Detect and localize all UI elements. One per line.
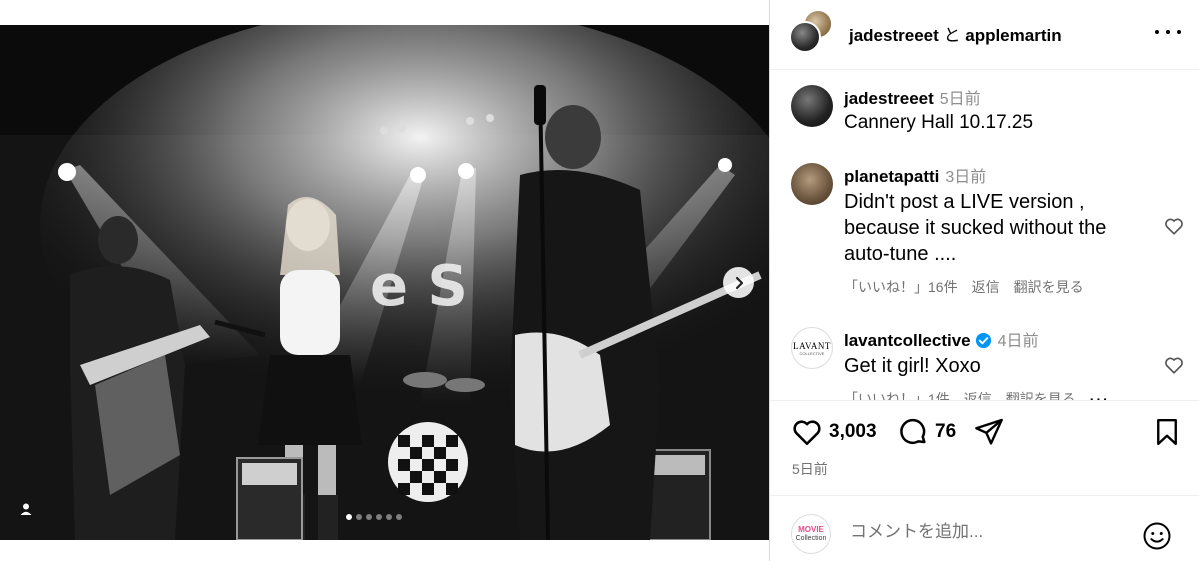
user-tag-icon [20,503,32,515]
current-user-avatar[interactable]: MOVIE Collection [791,514,831,554]
carousel-dot [396,514,402,520]
emoji-picker-icon[interactable] [1142,521,1172,551]
more-options-icon[interactable] [1155,22,1181,42]
carousel-dot [376,514,382,520]
comment-input[interactable] [850,522,1140,542]
like-button[interactable]: 3,003 [791,416,877,448]
avatar-logo-text: LAVANT [793,340,831,351]
comment-bubble-icon [900,418,926,445]
author-link-applemartin[interactable]: applemartin [965,26,1061,45]
chevron-right-icon [735,276,743,289]
carousel-indicator [346,514,402,520]
comments-count: 76 [935,421,957,442]
author-conjunction: と [938,26,966,45]
carousel-dot [356,514,362,520]
avatar[interactable]: LAVANT COLLECTIVE [791,327,833,369]
post-media: e S [0,0,769,561]
post-actions: 3,003 76 5日前 [770,400,1199,495]
avatar-brand-text: MOVIE [798,525,824,534]
comment-time[interactable]: 4日前 [998,333,1039,350]
reply-button[interactable]: 返信 [964,391,992,400]
comment-body: lavantcollective 4日前 Get it girl! Xoxo 「… [844,327,1144,400]
heart-icon [793,420,821,445]
reply-button[interactable]: 返信 [972,279,1000,295]
comment-time[interactable]: 5日前 [940,91,981,108]
likes-count[interactable]: 3,003 [829,421,877,443]
comment-username[interactable]: lavantcollective [844,331,971,350]
avatar-jadestreeet [789,21,821,53]
verified-badge-icon [975,332,991,349]
avatar-brand-subtext: Collection [795,535,827,542]
comment-username[interactable]: planetapatti [844,167,939,186]
comment-body: planetapatti 3日前 Didn't post a LIVE versi… [844,163,1144,297]
comment-body: jadestreeet 5日前 Cannery Hall 10.17.25 [844,85,1144,135]
comment-text: Cannery Hall 10.17.25 [844,112,1034,133]
like-comment-heart-icon[interactable] [1163,354,1185,376]
comment-button[interactable]: 76 [897,416,956,448]
comment-text: Get it girl! Xoxo [844,355,981,377]
carousel-dot [386,514,392,520]
concert-photo[interactable]: e S [0,25,769,540]
comment-more-icon[interactable]: ··· [1090,391,1110,400]
avatar[interactable] [791,85,833,127]
tagged-users-button[interactable] [10,493,42,525]
translate-button[interactable]: 翻訳を見る [1014,279,1084,295]
author-link-jadestreeet[interactable]: jadestreeet [849,26,939,45]
comment-likes-count[interactable]: 「いいね！」1件 [844,391,950,400]
comment-time[interactable]: 3日前 [945,169,986,186]
post-authors: jadestreeet と applemartin [849,21,1062,46]
post-header: jadestreeet と applemartin [770,0,1199,70]
post-date[interactable]: 5日前 [792,459,828,479]
like-comment-heart-icon[interactable] [1163,215,1185,237]
comment-meta: 「いいね！」1件 返信 翻訳を見る ··· [844,389,1144,400]
next-photo-button[interactable] [723,267,754,298]
comment-likes-count[interactable]: 「いいね！」16件 [844,279,958,295]
carousel-dot [366,514,372,520]
add-comment-bar: MOVIE Collection [770,495,1199,561]
comment-list[interactable]: jadestreeet 5日前 Cannery Hall 10.17.25 pla… [770,70,1199,400]
collab-avatars[interactable] [789,9,833,53]
avatar[interactable] [791,163,833,205]
comment-meta: 「いいね！」16件 返信 翻訳を見る [844,277,1144,297]
svg-text:e S: e S [370,254,468,319]
bookmark-icon [1157,418,1177,446]
comment-username[interactable]: jadestreeet [844,89,934,108]
save-button[interactable] [1152,416,1182,448]
concert-photo-image: e S [0,25,769,540]
comment-text: Didn't post a LIVE version , because it … [844,191,1107,265]
post-side-panel: jadestreeet と applemartin jadestreeet 5日前… [769,0,1199,561]
avatar-logo-subtext: COLLECTIVE [799,350,825,356]
translate-button[interactable]: 翻訳を見る [1006,391,1076,400]
paper-plane-icon [975,418,1003,445]
share-button[interactable] [973,416,1005,448]
carousel-dot [346,514,352,520]
